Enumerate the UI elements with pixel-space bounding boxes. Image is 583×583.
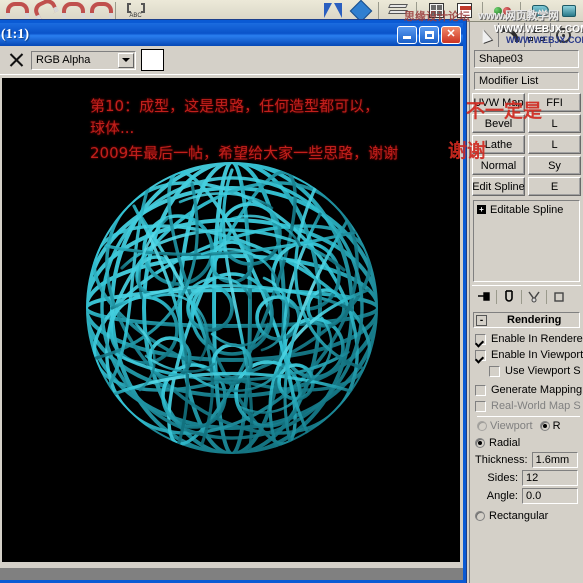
clear-icon[interactable]: [6, 50, 26, 70]
use-viewport-settings-label: Use Viewport S: [505, 365, 581, 377]
pin-stack-icon[interactable]: [476, 289, 492, 305]
render-window-title: (1:1): [1, 26, 29, 42]
toolbar-separator-2: [378, 1, 382, 20]
angle-snap-icon[interactable]: [28, 1, 55, 21]
angle-value: 0.0: [526, 490, 542, 502]
close-button[interactable]: ✕: [441, 25, 461, 44]
modifier-stack-list[interactable]: + Editable Spline: [473, 200, 580, 282]
object-name-value: Shape03: [479, 53, 524, 65]
watermark-site-en-small: WWW.WEBJX.COM: [506, 35, 583, 45]
stack-tools-separator: [496, 289, 497, 304]
thickness-value: 1.6mm: [535, 454, 570, 466]
channel-select[interactable]: RGB Alpha: [31, 50, 136, 70]
renderer-radio-label: R: [552, 419, 561, 432]
rendering-rollout-title: Rendering: [507, 314, 562, 326]
watermark-site-cn: www.网页教学网: [478, 10, 559, 22]
rectangular-label: Rectangular: [489, 510, 549, 522]
thickness-row: Thickness: 1.6mm: [475, 451, 580, 469]
viewport-radio-label: Viewport: [490, 419, 533, 432]
viewport-radio: [477, 420, 487, 431]
stack-tools-separator: [521, 289, 522, 304]
channel-select-value: RGB Alpha: [36, 54, 91, 66]
make-unique-icon[interactable]: [526, 289, 542, 305]
render-window-titlebar[interactable]: (1:1) ✕: [0, 23, 463, 46]
watermark-site-en: WWW.WEBJX.COM: [494, 24, 583, 35]
sides-value: 12: [526, 472, 539, 484]
angle-field[interactable]: 0.0: [522, 488, 578, 504]
radial-radio[interactable]: [475, 438, 485, 448]
rendering-rollout-body: Enable In Renderer Enable In Viewport Us…: [470, 328, 583, 524]
render-canvas: [2, 78, 460, 562]
minimize-button[interactable]: [397, 25, 417, 44]
object-name-field[interactable]: Shape03: [474, 50, 579, 68]
rollout-expander-icon[interactable]: -: [476, 314, 487, 326]
stack-tools-separator: [546, 289, 547, 304]
linked-xform-button[interactable]: L: [528, 135, 581, 154]
use-viewport-settings-checkbox[interactable]: [489, 365, 500, 377]
modifier-button-row: Normal Sy: [472, 156, 581, 175]
real-world-map-size-row: Real-World Map S: [475, 398, 581, 414]
lightbulb-icon[interactable]: +: [477, 205, 486, 214]
spinner-snap-icon[interactable]: [84, 1, 113, 21]
sides-field[interactable]: 12: [522, 470, 578, 486]
enable-in-viewport-label: Enable In Viewport: [491, 349, 583, 361]
render-window-footer: [0, 568, 463, 580]
remove-modifier-icon[interactable]: [551, 289, 567, 305]
toolbar-separator-1: [115, 1, 119, 20]
radial-label: Radial: [489, 437, 521, 449]
source-group-row: Viewport R: [477, 416, 580, 433]
use-viewport-settings-row[interactable]: Use Viewport S: [475, 363, 581, 379]
rendering-rollout-header[interactable]: - Rendering: [473, 312, 580, 328]
align-icon[interactable]: [347, 0, 374, 22]
window-buttons: ✕: [397, 25, 461, 44]
generate-mapping-coords-row[interactable]: Generate Mapping: [475, 382, 583, 398]
render-frame-window: (1:1) ✕ RGB Alpha: [0, 20, 466, 583]
renderer-radio[interactable]: [539, 420, 550, 431]
radial-row[interactable]: Radial: [475, 435, 580, 451]
sides-label: Sides:: [487, 472, 518, 484]
percent-snap-icon[interactable]: [56, 1, 85, 21]
arrow-cursor-icon: [477, 27, 492, 43]
wireframe-sphere: [82, 158, 382, 458]
annotation-note-right: 不一定是: [466, 100, 543, 122]
symmetry-button[interactable]: Sy: [528, 156, 581, 175]
generate-mapping-coords-checkbox[interactable]: [475, 384, 486, 396]
snap-toggle-icon[interactable]: [0, 1, 29, 21]
rectangular-row[interactable]: Rectangular: [475, 508, 580, 524]
modifier-button-row: Lathe L: [472, 135, 581, 154]
render-window-toolbar: RGB Alpha: [0, 46, 463, 75]
show-end-result-icon[interactable]: [501, 289, 517, 305]
enable-in-viewport-checkbox[interactable]: [475, 349, 486, 361]
modifier-button-row: Edit Spline E: [472, 177, 581, 196]
generate-mapping-coords-label: Generate Mapping: [491, 384, 583, 396]
stack-item-editable-spline[interactable]: + Editable Spline: [475, 202, 578, 217]
modifier-list-label: Modifier List: [479, 75, 539, 87]
thickness-label: Thickness:: [475, 454, 528, 466]
named-selection-icon[interactable]: ABC: [122, 1, 149, 21]
enable-in-renderer-row[interactable]: Enable In Renderer: [475, 331, 583, 347]
watermark-forum: 思缘设计论坛: [404, 10, 470, 23]
annotation-note-thanks: 谢谢: [448, 140, 487, 162]
chevron-down-icon[interactable]: [118, 52, 134, 68]
angle-row: Angle: 0.0: [475, 487, 580, 505]
stack-item-label: Editable Spline: [490, 203, 564, 216]
rectangular-radio[interactable]: [475, 511, 485, 521]
sides-row: Sides: 12: [475, 469, 580, 487]
extrude-button[interactable]: E: [528, 177, 581, 196]
render-production-icon[interactable]: [555, 1, 582, 21]
thickness-field[interactable]: 1.6mm: [531, 452, 578, 468]
stack-tools-bar: [472, 285, 581, 307]
enable-in-viewport-row[interactable]: Enable In Viewport: [475, 347, 583, 363]
enable-in-renderer-label: Enable In Renderer: [491, 333, 583, 345]
modifier-list-dropdown[interactable]: Modifier List: [474, 72, 579, 90]
angle-label: Angle:: [486, 490, 518, 502]
screen-root: ABC 思缘设计论坛 www.网页教学网 WWW.WEBJX.COM WWW.W…: [0, 0, 583, 583]
edit-spline-button[interactable]: Edit Spline: [472, 177, 525, 196]
enable-in-renderer-checkbox[interactable]: [475, 333, 486, 345]
maximize-button[interactable]: [419, 25, 439, 44]
real-world-map-size-label: Real-World Map S: [491, 400, 581, 412]
color-swatch[interactable]: [141, 49, 164, 71]
mirror-icon[interactable]: [319, 1, 346, 21]
real-world-map-size-checkbox: [475, 400, 486, 412]
